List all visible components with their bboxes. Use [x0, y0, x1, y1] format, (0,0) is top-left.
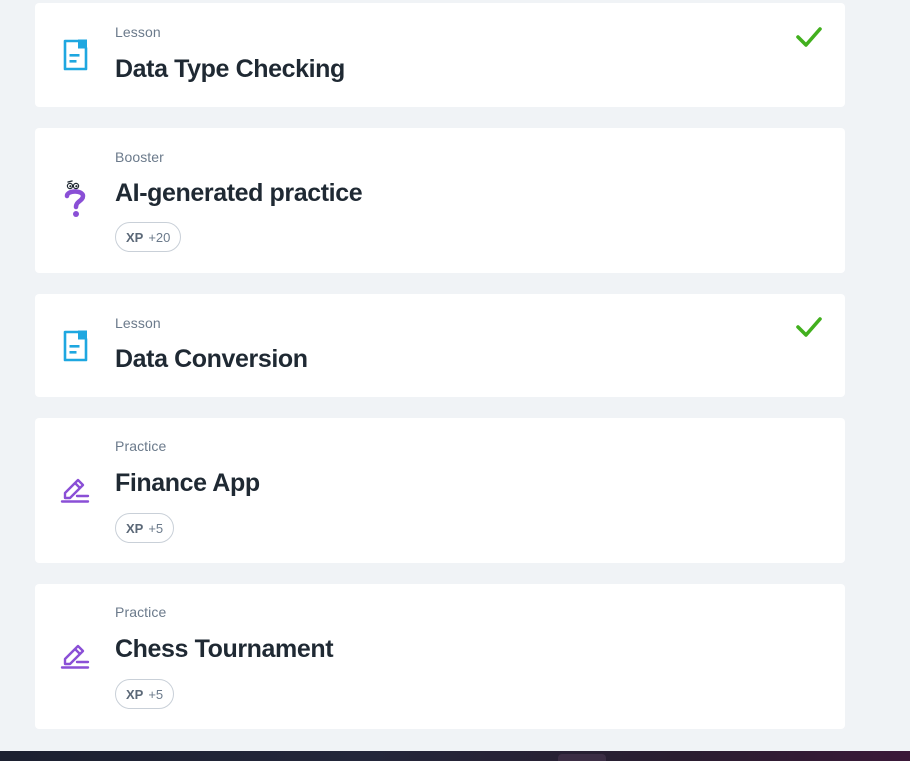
completed-check-icon: [796, 27, 822, 47]
practice-card-finance-app[interactable]: Practice Finance App XP +5: [35, 418, 845, 563]
practice-card-chess-tournament[interactable]: Practice Chess Tournament XP +5: [35, 584, 845, 729]
item-title: AI-generated practice: [115, 179, 363, 207]
xp-label: XP: [126, 229, 144, 245]
xp-value: +5: [148, 520, 164, 536]
pencil-edit-icon: [59, 640, 91, 672]
item-type-label: Lesson: [115, 24, 161, 40]
xp-label: XP: [126, 520, 144, 536]
bottom-bar-tab[interactable]: [558, 754, 606, 761]
question-mark-character-icon: [59, 180, 91, 217]
learning-path-page: Lesson Data Type Checking Booster AI-gen…: [0, 0, 910, 761]
lesson-document-icon: [59, 39, 91, 71]
item-title: Data Conversion: [115, 345, 308, 373]
lesson-card-data-conversion[interactable]: Lesson Data Conversion: [35, 294, 845, 397]
xp-value: +20: [148, 229, 171, 245]
completed-check-icon: [796, 317, 822, 337]
lesson-document-icon: [59, 330, 91, 362]
item-type-label: Lesson: [115, 315, 161, 331]
xp-badge: XP +5: [115, 679, 175, 709]
item-type-label: Practice: [115, 604, 167, 620]
item-type-label: Booster: [115, 149, 164, 165]
lesson-card-data-type-checking[interactable]: Lesson Data Type Checking: [35, 3, 845, 107]
item-title: Data Type Checking: [115, 55, 345, 83]
xp-label: XP: [126, 686, 144, 702]
item-type-label: Practice: [115, 438, 167, 454]
booster-card-ai-generated-practice[interactable]: Booster AI-generated practice XP +20: [35, 128, 845, 273]
xp-badge: XP +5: [115, 513, 175, 543]
pencil-edit-icon: [59, 474, 91, 506]
item-title: Chess Tournament: [115, 635, 334, 663]
xp-badge: XP +20: [115, 222, 182, 252]
bottom-bar: [0, 751, 910, 761]
item-title: Finance App: [115, 469, 260, 497]
xp-value: +5: [148, 686, 164, 702]
